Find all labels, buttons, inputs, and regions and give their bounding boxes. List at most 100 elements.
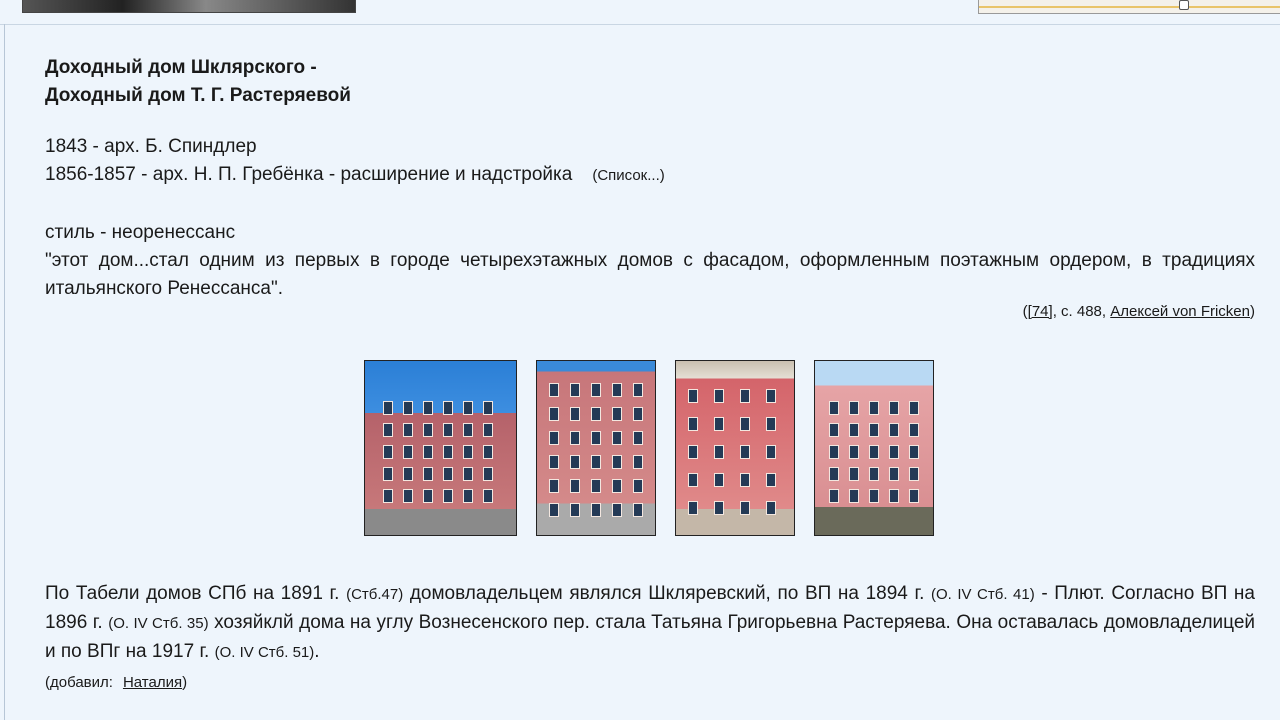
window-detail: [909, 445, 919, 459]
ref-close: ): [1250, 303, 1255, 320]
gallery-photo-2[interactable]: [536, 360, 656, 536]
window-detail: [869, 489, 879, 503]
gallery-photo-4[interactable]: [814, 360, 934, 536]
history-s3: (О. IV Стб. 35): [108, 615, 209, 632]
window-detail: [829, 467, 839, 481]
window-detail: [591, 407, 601, 421]
history-s2: (О. IV Стб. 41): [931, 586, 1035, 603]
window-detail: [483, 489, 493, 503]
window-detail: [688, 501, 698, 515]
window-detail: [549, 383, 559, 397]
window-detail: [443, 467, 453, 481]
window-detail: [849, 489, 859, 503]
window-detail: [849, 467, 859, 481]
window-detail: [766, 389, 776, 403]
window-detail: [570, 455, 580, 469]
window-detail: [591, 503, 601, 517]
window-detail: [766, 473, 776, 487]
window-detail: [829, 489, 839, 503]
ref-page: , с. 488,: [1052, 303, 1111, 320]
page-title: Доходный дом Шклярского - Доходный дом Т…: [45, 54, 351, 110]
gallery-photo-3[interactable]: [675, 360, 795, 536]
window-detail: [829, 401, 839, 415]
window-detail: [714, 389, 724, 403]
window-detail: [688, 417, 698, 431]
window-detail: [463, 423, 473, 437]
window-detail: [549, 479, 559, 493]
top-bar: [0, 0, 1280, 25]
window-detail: [591, 431, 601, 445]
window-detail: [383, 467, 393, 481]
photo-strip-icon[interactable]: [22, 0, 356, 13]
history-t5: .: [314, 641, 320, 662]
title-line-2: Доходный дом Т. Г. Растеряевой: [45, 85, 351, 106]
window-detail: [633, 503, 643, 517]
architect-line-1: 1843 - арх. Б. Спиндлер: [45, 136, 257, 157]
window-detail: [633, 455, 643, 469]
window-detail: [423, 423, 433, 437]
window-detail: [889, 489, 899, 503]
window-detail: [463, 489, 473, 503]
window-detail: [549, 455, 559, 469]
added-user-link[interactable]: Наталия: [123, 674, 182, 691]
window-detail: [463, 467, 473, 481]
window-detail: [869, 401, 879, 415]
ref-source-link[interactable]: [74]: [1028, 303, 1053, 320]
window-detail: [612, 407, 622, 421]
window-detail: [383, 445, 393, 459]
window-detail: [714, 473, 724, 487]
ref-author-link[interactable]: Алексей von Fricken: [1110, 303, 1250, 320]
window-detail: [889, 445, 899, 459]
window-detail: [570, 383, 580, 397]
quote-text: "этот дом...стал одним из первых в город…: [45, 250, 1255, 299]
history-text: По Табели домов СПб на 1891 г. (Стб.47) …: [45, 580, 1255, 667]
window-detail: [403, 445, 413, 459]
window-detail: [889, 467, 899, 481]
architect-line-2: 1856-1857 - арх. Н. П. Гребёнка - расшир…: [45, 161, 665, 190]
window-detail: [740, 473, 750, 487]
window-detail: [889, 401, 899, 415]
window-detail: [740, 417, 750, 431]
window-detail: [403, 423, 413, 437]
window-detail: [714, 445, 724, 459]
style-line: стиль - неоренессанс: [45, 222, 236, 243]
window-detail: [829, 445, 839, 459]
window-detail: [483, 423, 493, 437]
window-detail: [909, 467, 919, 481]
window-detail: [443, 401, 453, 415]
history-t1: По Табели домов СПб на 1891 г.: [45, 583, 347, 604]
map-road: [979, 6, 1280, 8]
history-s4: (О. IV Стб. 51): [214, 644, 315, 661]
window-detail: [570, 407, 580, 421]
window-detail: [869, 467, 879, 481]
window-detail: [570, 479, 580, 493]
architect-line-2-text: 1856-1857 - арх. Н. П. Гребёнка - расшир…: [45, 164, 573, 185]
window-detail: [549, 407, 559, 421]
window-detail: [612, 479, 622, 493]
window-detail: [423, 401, 433, 415]
window-detail: [740, 445, 750, 459]
history-t2: домовладельцем являлся Шкляревский, по В…: [403, 583, 931, 604]
window-detail: [633, 383, 643, 397]
window-detail: [443, 423, 453, 437]
window-detail: [633, 479, 643, 493]
map-thumbnail-icon[interactable]: [978, 0, 1280, 14]
list-link[interactable]: (Список...): [592, 167, 664, 184]
window-detail: [849, 423, 859, 437]
gallery-photo-1[interactable]: [364, 360, 517, 536]
window-detail: [766, 501, 776, 515]
title-line-1: Доходный дом Шклярского -: [45, 57, 317, 78]
map-marker-icon: [1179, 0, 1189, 10]
added-by: (добавил: Наталия): [45, 674, 187, 691]
window-detail: [383, 489, 393, 503]
window-detail: [633, 407, 643, 421]
window-detail: [483, 401, 493, 415]
window-detail: [443, 489, 453, 503]
window-detail: [766, 417, 776, 431]
window-detail: [443, 445, 453, 459]
photo-gallery: [364, 360, 944, 540]
reference: ([74], с. 488, Алексей von Fricken): [1023, 303, 1255, 320]
frame-border: [4, 24, 5, 720]
window-detail: [688, 473, 698, 487]
window-detail: [612, 383, 622, 397]
